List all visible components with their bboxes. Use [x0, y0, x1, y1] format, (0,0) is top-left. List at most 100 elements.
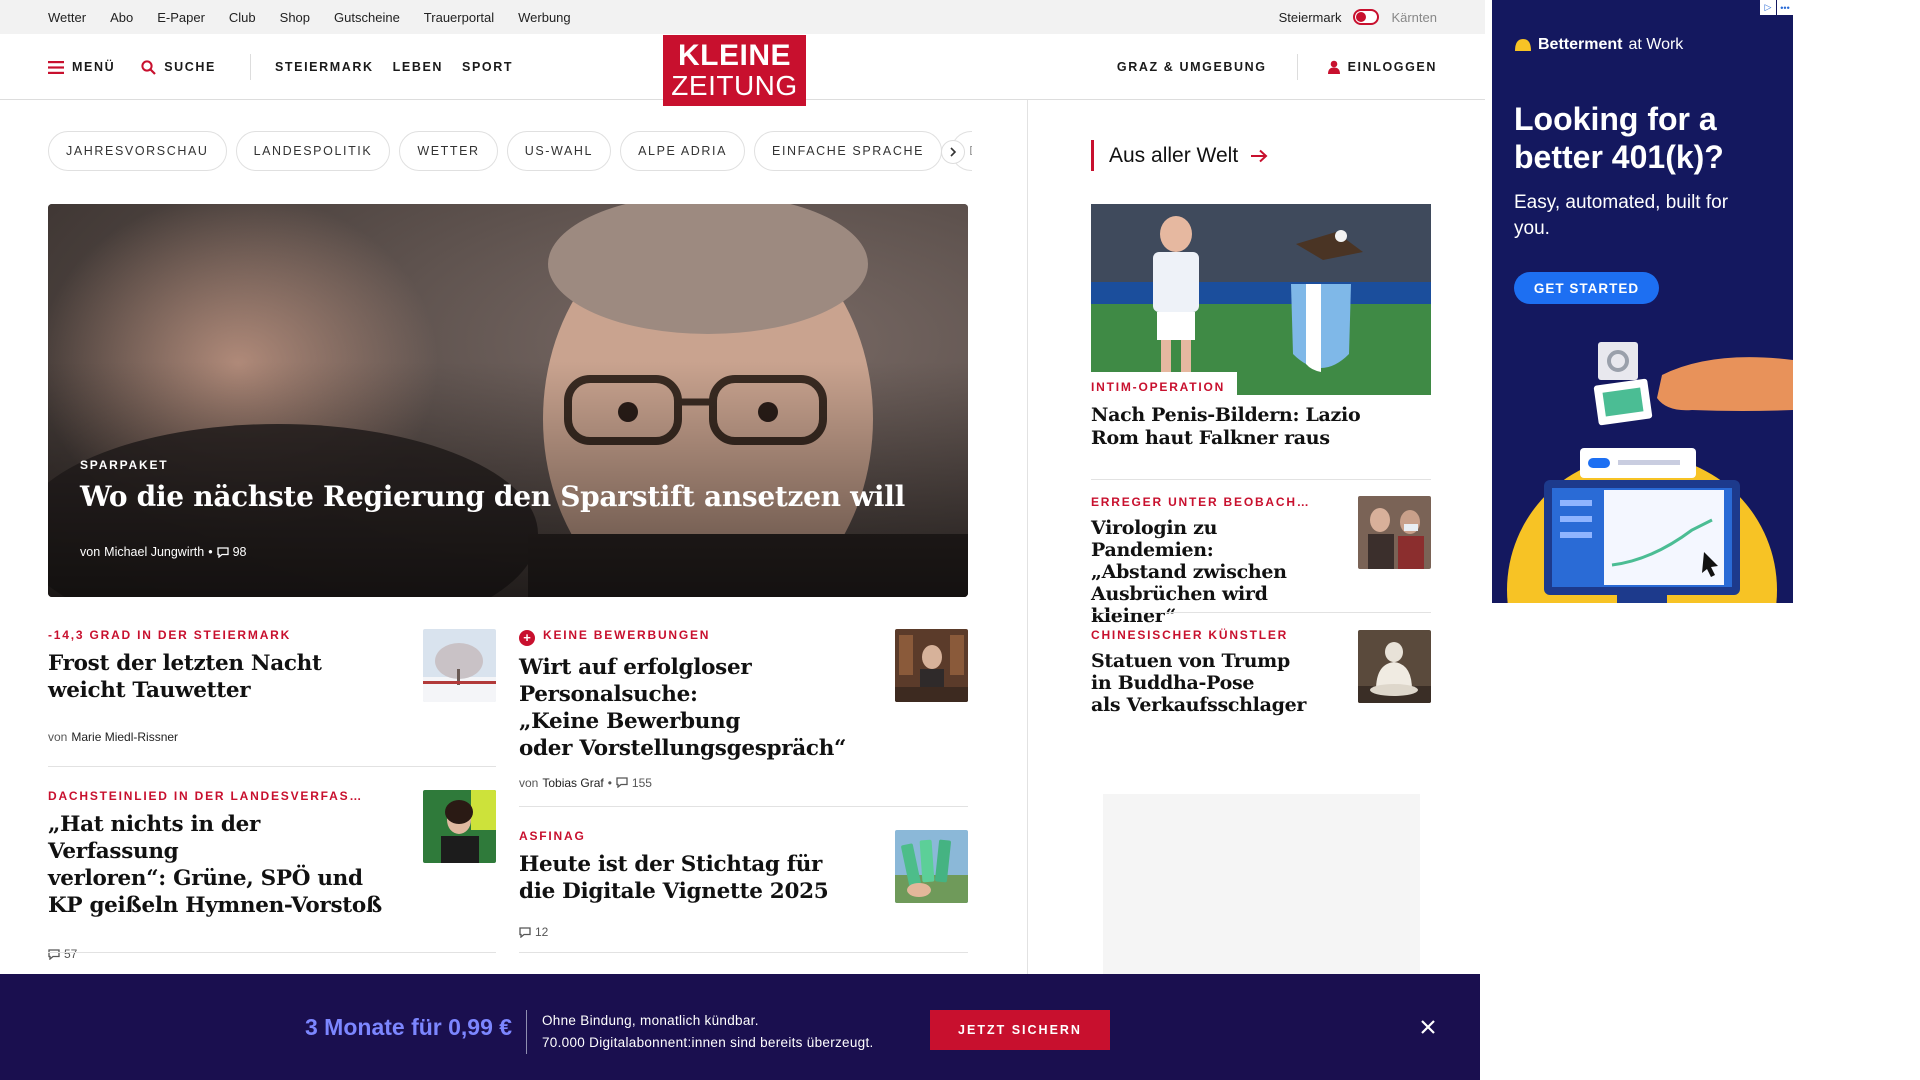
comment-count[interactable]: 12: [535, 925, 548, 939]
sidebar-article-virologin[interactable]: ERREGER UNTER BEOBACH… Virologin zu Pand…: [1091, 495, 1341, 627]
login-button[interactable]: EINLOGGEN: [1327, 60, 1437, 74]
article-title[interactable]: Nach Penis-Bildern: Lazio Rom haut Falkn…: [1091, 404, 1431, 450]
close-icon[interactable]: [1418, 1017, 1438, 1037]
title-line: Personalsuche:: [519, 681, 698, 707]
article-teaser-vignette[interactable]: ASFINAG Heute ist der Stichtag für die D…: [519, 829, 849, 939]
sidebar-article-lazio[interactable]: Nach Penis-Bildern: Lazio Rom haut Falkn…: [1091, 400, 1431, 450]
article-thumbnail[interactable]: [895, 830, 968, 903]
nav-sport[interactable]: SPORT: [462, 60, 513, 74]
banner-cta-button[interactable]: JETZT SICHERN: [930, 1010, 1110, 1050]
politician-image: [423, 790, 496, 863]
article-title[interactable]: Statuen von Trump in Buddha-Pose als Ver…: [1091, 650, 1341, 716]
util-link-abo[interactable]: Abo: [110, 10, 133, 25]
title-line: Ausbrüchen wird kleiner“: [1091, 583, 1268, 627]
article-kicker: INTIM-OPERATION: [1091, 380, 1226, 394]
comment-icon: [616, 777, 628, 788]
arrow-right-icon: [1251, 149, 1268, 162]
subscription-banner: 3 Monate für 0,99 € Ohne Bindung, monatl…: [0, 974, 1480, 1080]
region-inactive-label[interactable]: Kärnten: [1391, 10, 1437, 25]
title-line: verloren“: Grüne, SPÖ und: [48, 866, 363, 891]
chip-einfache-sprache[interactable]: EINFACHE SPRACHE: [754, 131, 943, 171]
divider: [519, 952, 968, 953]
ad-cta-button[interactable]: GET STARTED: [1514, 272, 1659, 304]
article-thumbnail[interactable]: [895, 629, 968, 702]
util-link-werbung[interactable]: Werbung: [518, 10, 571, 25]
comment-count[interactable]: 155: [632, 776, 652, 790]
article-author[interactable]: Marie Miedl-Rissner: [71, 730, 178, 744]
ad-brand-suffix: at Work: [1628, 36, 1684, 53]
comment-count[interactable]: 57: [64, 947, 77, 961]
util-link-shop[interactable]: Shop: [280, 10, 310, 25]
article-author[interactable]: Tobias Graf: [542, 776, 603, 790]
article-thumbnail[interactable]: [423, 790, 496, 863]
advertisement[interactable]: ▷ ••• Betterment at Work Looking for a b…: [1492, 0, 1793, 603]
masks-crowd-image: [1358, 496, 1431, 569]
sidebar-article-trump-buddha[interactable]: CHINESISCHER KÜNSTLER Statuen von Trump …: [1091, 628, 1341, 716]
site-logo[interactable]: KLEINE ZEITUNG: [663, 35, 806, 106]
hero-comment-count[interactable]: 98: [233, 545, 247, 559]
nav-leben[interactable]: LEBEN: [393, 60, 443, 74]
chip-us-wahl[interactable]: US-WAHL: [506, 131, 612, 171]
divider: [1091, 479, 1431, 480]
chip-wetter[interactable]: WETTER: [399, 131, 498, 171]
article-title[interactable]: Heute ist der Stichtag für die Digitale …: [519, 851, 849, 905]
sidebar-lead-kicker-box: INTIM-OPERATION: [1091, 372, 1238, 396]
chip-alpe-adria[interactable]: ALPE ADRIA: [620, 131, 746, 171]
util-link-club[interactable]: Club: [229, 10, 256, 25]
meta-dot: •: [607, 775, 612, 790]
region-toggle[interactable]: [1353, 9, 1380, 25]
article-meta: von Tobias Graf • 155: [519, 776, 849, 790]
menu-label: MENÜ: [72, 60, 116, 74]
login-label: EINLOGGEN: [1347, 60, 1437, 74]
kicker-text: KEINE BEWERBUNGEN: [543, 628, 711, 642]
sidebar-lead-image[interactable]: [1091, 204, 1431, 395]
utility-links: Wetter Abo E-Paper Club Shop Gutscheine …: [48, 0, 595, 34]
article-teaser-hymne[interactable]: DACHSTEINLIED IN DER LANDESVERFAS… „Hat …: [48, 789, 388, 961]
search-button[interactable]: SUCHE: [141, 59, 216, 75]
ad-choices[interactable]: ▷ •••: [1760, 0, 1793, 15]
header-divider: [249, 54, 251, 80]
chips-next-button[interactable]: [941, 140, 965, 164]
more-icon[interactable]: •••: [1777, 0, 1793, 15]
ad-illustration: [1507, 342, 1793, 603]
hero-author[interactable]: Michael Jungwirth: [104, 545, 204, 559]
article-teaser-wirt[interactable]: + KEINE BEWERBUNGEN Wirt auf erfolgloser …: [519, 628, 849, 790]
article-title[interactable]: Wirt auf erfolgloser Personalsuche: „Kei…: [519, 654, 849, 762]
util-link-wetter[interactable]: Wetter: [48, 10, 86, 25]
article-thumbnail[interactable]: [423, 629, 496, 702]
nav-graz-umgebung[interactable]: GRAZ & UMGEBUNG: [1117, 60, 1267, 74]
region-active-label[interactable]: Steiermark: [1279, 10, 1342, 25]
banner-text: Ohne Bindung, monatlich kündbar. 70.000 …: [542, 1010, 874, 1054]
adchoices-icon[interactable]: ▷: [1760, 0, 1776, 15]
user-icon: [1327, 60, 1340, 74]
nav-steiermark[interactable]: STEIERMARK: [275, 60, 374, 74]
article-teaser-frost[interactable]: -14,3 GRAD IN DER STEIERMARK Frost der l…: [48, 628, 388, 744]
logo-line-2: ZEITUNG: [671, 70, 798, 101]
betterment-logo-icon: [1515, 39, 1531, 51]
hero-title[interactable]: Wo die nächste Regierung den Sparstift a…: [80, 480, 905, 513]
plus-icon: +: [519, 629, 535, 646]
util-link-epaper[interactable]: E-Paper: [157, 10, 205, 25]
ad-brand: Betterment at Work: [1514, 36, 1683, 54]
util-link-trauerportal[interactable]: Trauerportal: [424, 10, 494, 25]
article-meta: 12: [519, 925, 849, 939]
article-title[interactable]: Virologin zu Pandemien: „Abstand zwische…: [1091, 517, 1341, 627]
section-heading-aus-aller-welt[interactable]: Aus aller Welt: [1091, 140, 1268, 171]
article-title[interactable]: Frost der letzten Nacht weicht Tauwetter: [48, 650, 388, 704]
divider: [519, 806, 968, 807]
article-title[interactable]: „Hat nichts in der Verfassung verloren“:…: [48, 811, 388, 919]
title-line: Statuen von Trump: [1091, 650, 1290, 672]
article-thumbnail[interactable]: [1358, 496, 1431, 569]
hero-article[interactable]: SPARPAKET Wo die nächste Regierung den S…: [48, 204, 968, 597]
article-kicker: -14,3 GRAD IN DER STEIERMARK: [48, 628, 292, 642]
menu-button[interactable]: MENÜ: [48, 60, 115, 74]
title-line: oder Vorstellungsgespräch“: [519, 735, 847, 761]
hero-meta: von Michael Jungwirth • 98: [80, 545, 247, 559]
title-line: Frost der letzten Nacht: [48, 651, 322, 676]
chip-landespolitik[interactable]: LANDESPOLITIK: [235, 131, 391, 171]
divider: [1091, 612, 1431, 613]
header-right: GRAZ & UMGEBUNG EINLOGGEN: [1117, 34, 1437, 100]
article-thumbnail[interactable]: [1358, 630, 1431, 703]
chip-jahresvorschau[interactable]: JAHRESVORSCHAU: [48, 131, 227, 171]
util-link-gutscheine[interactable]: Gutscheine: [334, 10, 400, 25]
